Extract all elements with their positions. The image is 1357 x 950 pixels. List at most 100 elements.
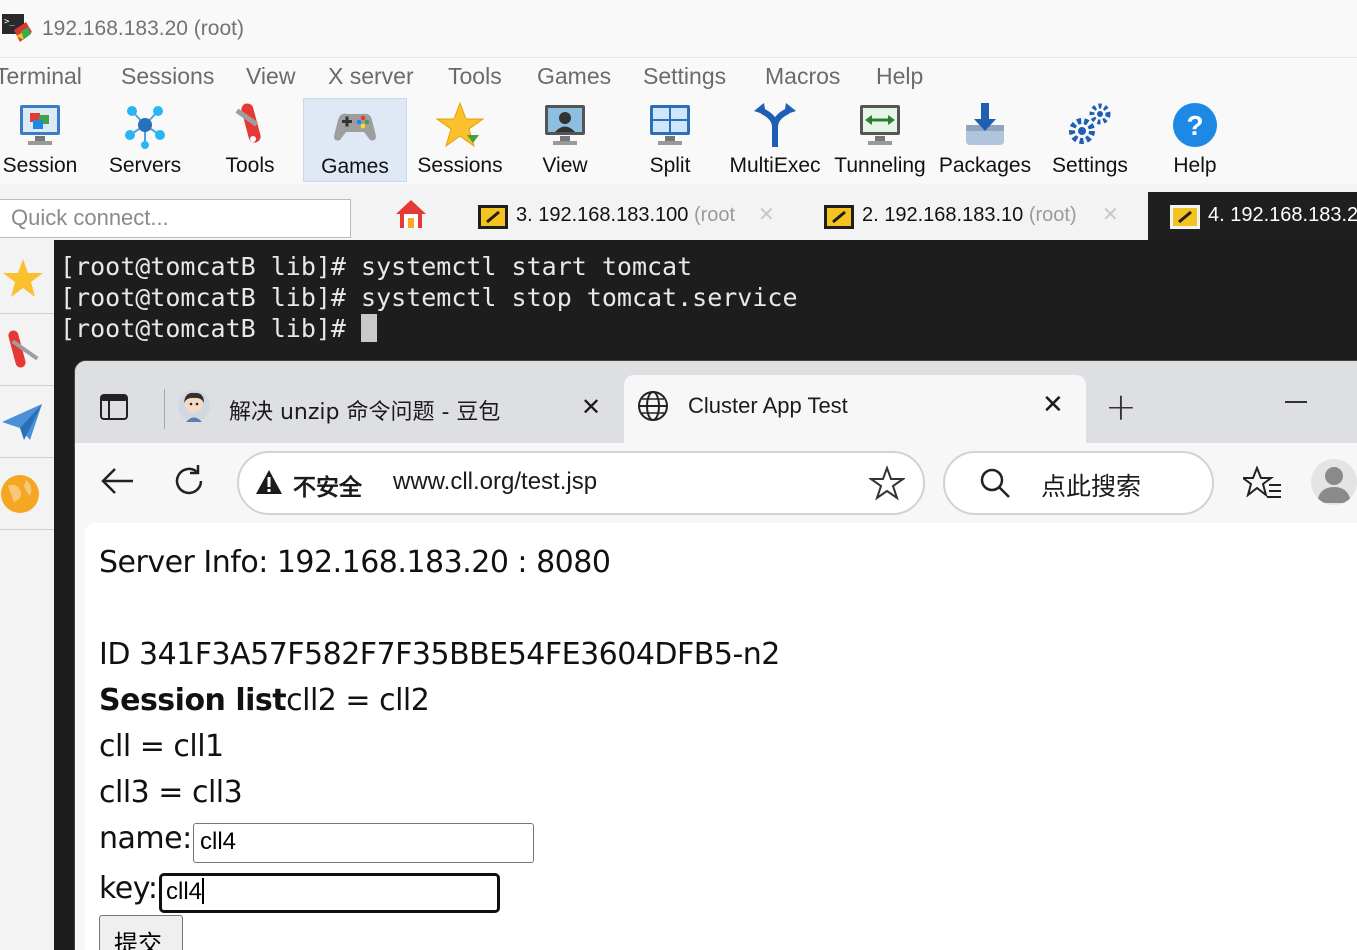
close-icon[interactable]: ✕ [581,393,601,421]
split-label: Split [649,154,691,177]
menu-sessions[interactable]: Sessions [121,63,214,90]
menu-macros[interactable]: Macros [765,63,840,90]
help-button[interactable]: ? Help [1143,98,1247,182]
warning-triangle-icon[interactable] [255,469,283,495]
key-label: key: [99,871,158,906]
paper-plane-icon [2,404,42,440]
session-tab-2-user: (root) [1028,204,1077,226]
packages-label: Packages [938,154,1032,177]
view-button[interactable]: View [513,98,617,182]
profile-avatar[interactable] [1311,459,1357,505]
browser-tab-cluster-app[interactable]: Cluster App Test ✕ [624,375,1086,445]
terminal-prompt: [root@tomcatB lib]# [60,314,362,343]
settings-label: Settings [1052,154,1128,177]
session-id-text: ID 341F3A57F582F7F35BBE54FE3604DFB5-n2 [99,637,780,672]
user-icon [1317,467,1351,503]
submit-button[interactable]: 提交 [99,915,183,950]
servers-button[interactable]: Servers [93,98,197,182]
key-icon [1170,205,1200,229]
mobaxterm-app-icon: >_ [2,14,32,42]
sessions-button[interactable]: Sessions [408,98,512,182]
close-icon[interactable]: ✕ [1102,202,1119,226]
home-tab[interactable] [366,192,456,240]
session-tab-2-num: 2. [862,204,879,226]
sessions-label: Sessions [417,154,503,177]
tunneling-button[interactable]: Tunneling [828,98,932,182]
close-icon[interactable]: ✕ [758,202,775,226]
favorite-star-icon[interactable] [869,465,905,501]
sidebar-globe-tab[interactable] [0,458,54,530]
web-page-content: Server Info: 192.168.183.20 : 8080 ID 34… [85,523,1357,950]
packages-button[interactable]: Packages [933,98,1037,182]
key-input[interactable]: cll4 [159,873,500,913]
key-icon [824,205,854,229]
servers-icon [125,106,165,149]
menu-tools[interactable]: Tools [448,63,502,90]
browser-address-row: 不安全 www.cll.org/test.jsp 点此搜索 [75,443,1357,523]
session-label: Session [2,154,78,177]
menu-terminal[interactable]: Terminal [0,63,82,90]
session-tab-2[interactable]: 2. 192.168.183.10 (root) ✕ [802,192,1140,240]
help-label: Help [1173,154,1217,177]
session-button[interactable]: Session [0,98,92,182]
split-button[interactable]: Split [618,98,722,182]
url-text[interactable]: www.cll.org/test.jsp [393,468,597,496]
tab-separator [164,389,165,429]
svg-text:>_: >_ [4,17,15,27]
address-bar[interactable]: 不安全 www.cll.org/test.jsp [237,451,925,515]
favorites-list-icon[interactable] [1243,465,1283,501]
text-caret [202,878,205,904]
search-box[interactable]: 点此搜索 [943,451,1214,515]
svg-text:?: ? [1186,110,1203,141]
browser-tab-strip: 解决 unzip 命令问题 - 豆包 ✕ Cluster App Test ✕ … [75,361,1357,445]
view-label: View [542,154,588,177]
menu-settings[interactable]: Settings [643,63,726,90]
globe-icon [638,391,668,421]
server-info-text: Server Info: 192.168.183.20 : 8080 [99,545,611,580]
insecure-label[interactable]: 不安全 [293,468,362,502]
tools-button[interactable]: Tools [198,98,302,182]
games-label: Games [321,155,389,178]
menu-help[interactable]: Help [876,63,923,90]
search-icon [980,468,1010,498]
menu-view[interactable]: View [246,63,295,90]
menu-bar: Terminal Sessions View X server Tools Ga… [0,58,1357,98]
multiexec-fork-icon [754,103,796,147]
browser-tab-cluster-app-label: Cluster App Test [688,393,848,418]
sidebar-sessions-tab[interactable] [0,242,54,314]
session-icon [20,105,60,145]
edge-browser-window: 解决 unzip 命令问题 - 豆包 ✕ Cluster App Test ✕ … [74,360,1357,950]
help-icon: ? [1173,103,1217,147]
name-input[interactable]: cll4 [193,823,534,863]
quick-connect-input[interactable]: Quick connect... [0,199,351,238]
session-tab-3-user: (root [693,204,736,226]
servers-label: Servers [108,154,182,177]
tab-actions-icon[interactable] [99,393,129,421]
session-entry: cll = cll1 [99,729,224,764]
sidebar-sftp-tab[interactable] [0,386,54,458]
session-tab-3[interactable]: 3. 192.168.183.100 (root ✕ [456,192,794,240]
window-titlebar: >_ 192.168.183.20 (root) [0,0,1357,58]
settings-button[interactable]: Settings [1038,98,1142,182]
menu-x-server[interactable]: X server [328,63,414,90]
games-button[interactable]: Games [303,98,407,182]
menu-games[interactable]: Games [537,63,611,90]
browser-tab-doubao[interactable]: 解决 unzip 命令问题 - 豆包 ✕ [175,379,617,443]
tunneling-label: Tunneling [834,154,926,177]
key-icon [478,205,508,229]
reload-icon[interactable] [169,461,209,501]
session-tab-4[interactable]: 4. 192.168.183.2 [1148,192,1357,240]
multiexec-button[interactable]: MultiExec [723,98,827,182]
session-entry: cll2 = cll2 [286,683,430,718]
tunneling-icon [860,105,900,145]
left-sidebar [0,240,54,950]
close-icon[interactable]: ✕ [1042,390,1064,420]
back-arrow-icon[interactable] [97,461,137,501]
minimize-icon[interactable] [1285,401,1307,403]
sidebar-tools-tab[interactable] [0,314,54,386]
star-icon [3,259,43,297]
session-entry: cll3 = cll3 [99,775,243,810]
new-tab-plus-icon[interactable]: + [1105,385,1137,429]
multiexec-label: MultiExec [729,154,821,177]
session-tab-4-num: 4. [1208,204,1225,226]
